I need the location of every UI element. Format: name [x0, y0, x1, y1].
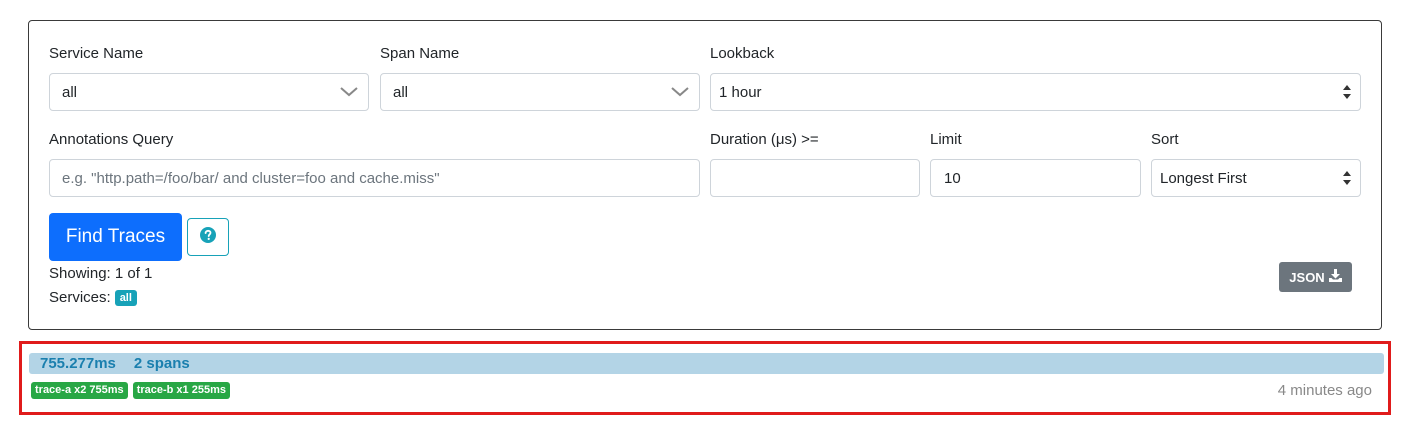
sort-value: Longest First [1160, 169, 1247, 187]
chevron-down-icon [338, 81, 360, 103]
annotations-query-label: Annotations Query [49, 131, 174, 148]
find-traces-button[interactable]: Find Traces [49, 213, 182, 261]
download-icon [1328, 269, 1342, 285]
select-arrows-icon [1340, 81, 1354, 103]
question-circle-icon [200, 226, 216, 248]
json-download-button[interactable]: JSON [1279, 262, 1352, 292]
service-name-value: all [62, 83, 78, 101]
showing-count: Showing: 1 of 1 [49, 265, 153, 282]
trace-duration-bar: 755.277ms 2 spans [29, 353, 1384, 374]
chevron-down-icon [669, 81, 691, 103]
duration-input[interactable] [710, 159, 920, 197]
sort-select[interactable]: Longest First [1151, 159, 1361, 197]
select-arrows-icon [1340, 167, 1354, 189]
trace-span-count: 2 spans [133, 355, 190, 372]
services-summary: Services: all [49, 289, 137, 307]
services-label: Services: [49, 289, 111, 306]
limit-label: Limit [930, 131, 962, 148]
limit-input[interactable]: 10 [930, 159, 1141, 197]
trace-result[interactable]: 755.277ms 2 spans trace-a x2 755ms trace… [19, 341, 1391, 415]
limit-value: 10 [944, 169, 961, 187]
search-form: Service Name Span Name Lookback all all … [28, 20, 1382, 330]
sort-label: Sort [1151, 131, 1179, 148]
json-label: JSON [1289, 269, 1325, 285]
annotations-query-placeholder: e.g. "http.path=/foo/bar/ and cluster=fo… [62, 169, 440, 187]
trace-timestamp: 4 minutes ago [1277, 382, 1372, 399]
annotations-query-input[interactable]: e.g. "http.path=/foo/bar/ and cluster=fo… [49, 159, 700, 197]
lookback-value: 1 hour [719, 83, 762, 101]
span-name-value: all [393, 83, 409, 101]
span-name-select[interactable]: all [380, 73, 700, 111]
services-badge[interactable]: all [114, 290, 137, 306]
service-badge-trace-a: trace-a x2 755ms [31, 382, 128, 399]
service-name-select[interactable]: all [49, 73, 369, 111]
trace-duration: 755.277ms [40, 355, 116, 372]
service-badge-trace-b: trace-b x1 255ms [132, 382, 230, 399]
span-name-label: Span Name [380, 45, 460, 62]
lookback-label: Lookback [710, 45, 775, 62]
lookback-select[interactable]: 1 hour [710, 73, 1361, 111]
trace-service-badges: trace-a x2 755ms trace-b x1 255ms [31, 382, 230, 399]
help-button[interactable] [187, 218, 229, 256]
service-name-label: Service Name [49, 45, 144, 62]
duration-label: Duration (μs) >= [710, 131, 819, 148]
